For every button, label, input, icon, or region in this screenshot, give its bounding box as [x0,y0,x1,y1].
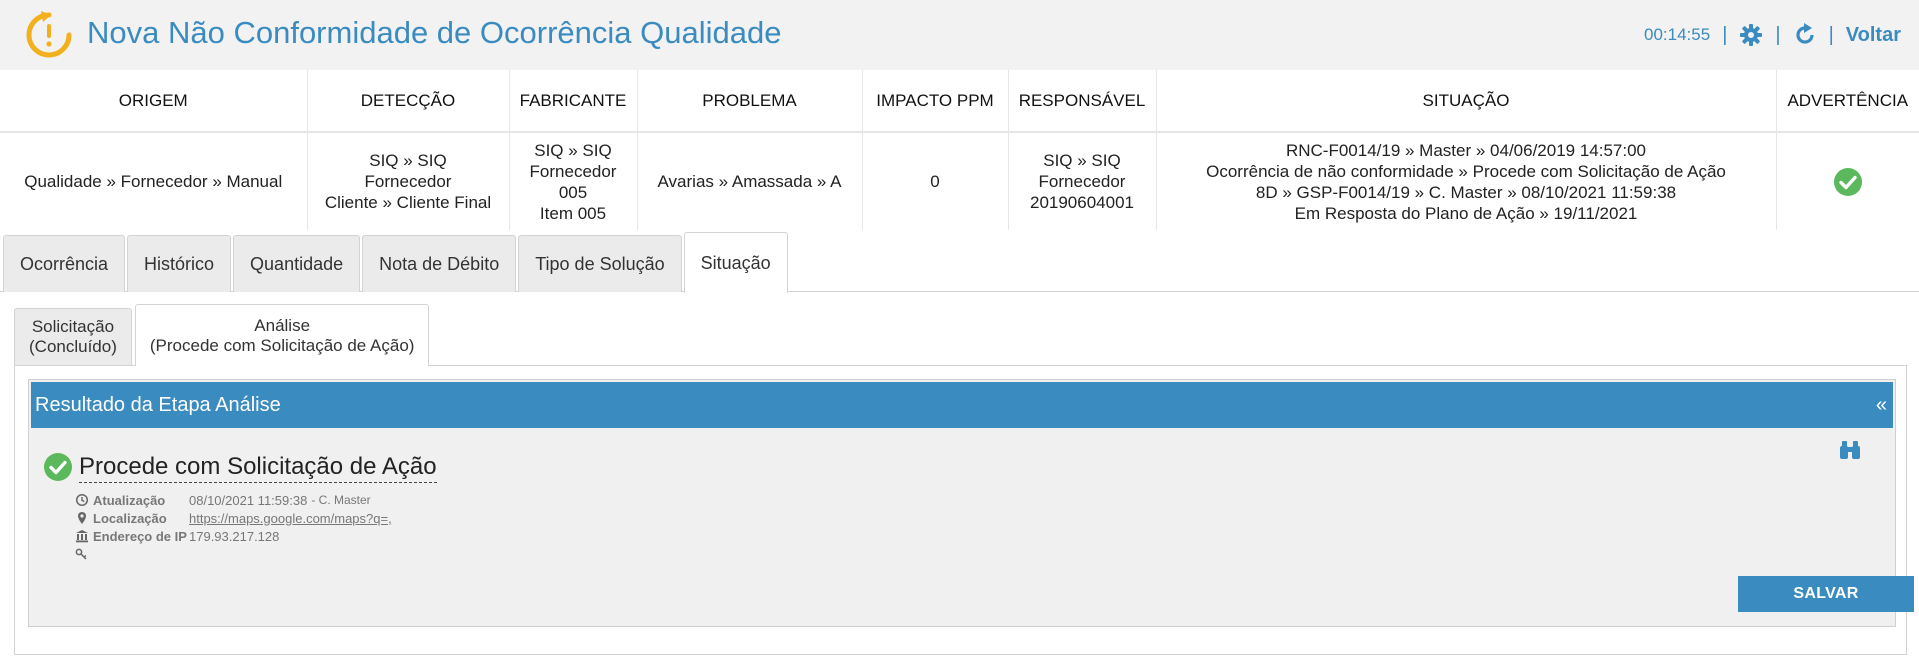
cell-line: Cliente » Cliente Final [324,193,492,212]
binoculars-icon[interactable] [1839,440,1861,460]
back-link[interactable]: Voltar [1846,24,1901,47]
column-header-problema: PROBLEMA [637,70,863,133]
tab-nota-de-debito[interactable]: Nota de Débito [362,235,517,292]
column-header-advertencia: ADVERTÊNCIA [1776,70,1919,133]
page-title: Nova Não Conformidade de Ocorrência Qual… [87,15,782,50]
column-header-deteccao: DETECÇÃO [307,70,510,133]
cell-line: Ocorrência de não conformidade » Procede… [1206,161,1726,181]
result-metadata: Atualização 08/10/2021 11:59:38 - C. Mas… [75,491,392,563]
subtab-status: (Procede com Solicitação de Ação) [149,335,415,355]
cell-line: RNC-F0014/19 » Master » 04/06/2019 14:57… [1285,140,1647,160]
column-header-origem: ORIGEM [0,70,308,133]
refresh-clock-logo-icon [26,11,72,58]
clock-icon [75,493,89,507]
cell-line: SIQ » SIQ [534,140,612,160]
main-tabs: Ocorrência Histórico Quantidade Nota de … [3,232,790,293]
subtab-title: Análise [254,315,311,335]
cell-line: 005 [558,182,588,202]
cell-line: SIQ » SIQ [369,151,447,170]
cell-line: Item 005 [539,203,607,223]
map-marker-icon [75,511,89,525]
maps-link[interactable]: https://maps.google.com/maps?q=, [189,511,392,526]
stage-tabs: Solicitação (Concluído) Análise (Procede… [14,304,432,366]
subtab-title: Solicitação [31,317,115,336]
separator: | [1828,23,1834,46]
result-value[interactable]: Procede com Solicitação de Ação [79,453,437,483]
cell-line: Fornecedor [364,172,452,191]
cell-line: Em Resposta do Plano de Ação » 19/11/202… [1294,203,1638,223]
cell-advertencia [1776,132,1919,230]
collapse-icon[interactable]: « [1876,394,1887,417]
meta-user: - C. Master [311,493,371,507]
column-header-impacto-ppm: IMPACTO PPM [862,70,1009,133]
meta-label: Endereço de IP [93,528,187,544]
column-header-responsavel: RESPONSÁVEL [1008,70,1157,133]
table-header-row: ORIGEM DETECÇÃO FABRICANTE PROBLEMA IMPA… [0,70,1919,133]
column-header-fabricante: FABRICANTE [509,70,638,133]
cell-responsavel: SIQ » SIQ Fornecedor 20190604001 [1008,132,1157,230]
card-title: Resultado da Etapa Análise [35,394,281,416]
tab-situacao[interactable]: Situação [683,232,788,293]
tab-tipo-de-solucao[interactable]: Tipo de Solução [518,235,682,292]
cell-line: Fornecedor [529,161,617,181]
cell-impacto-ppm: 0 [862,132,1009,230]
tab-ocorrencia[interactable]: Ocorrência [3,235,126,292]
bank-building-icon [75,529,89,543]
meta-label: Localização [93,510,167,526]
cell-origem: Qualidade » Fornecedor » Manual [0,132,308,230]
tab-quantidade[interactable]: Quantidade [233,235,361,292]
table-row: Qualidade » Fornecedor » Manual SIQ » SI… [0,132,1919,230]
meta-row-ip: Endereço de IP 179.93.217.128 [75,527,392,545]
gear-icon[interactable] [1739,23,1763,47]
header-actions: 00:14:55 | | | Voltar [1644,20,1901,50]
subtab-solicitacao[interactable]: Solicitação (Concluído) [14,308,132,365]
green-check-icon [44,453,72,481]
cell-line: SIQ » SIQ [1043,151,1121,170]
separator: | [1775,23,1781,46]
subtab-analise[interactable]: Análise (Procede com Solicitação de Ação… [134,304,430,366]
meta-value: 08/10/2021 11:59:38 [189,492,308,508]
occurrence-summary-table: ORIGEM DETECÇÃO FABRICANTE PROBLEMA IMPA… [0,70,1919,230]
header-bar: Nova Não Conformidade de Ocorrência Qual… [0,0,1919,70]
meta-row-localizacao: Localização https://maps.google.com/maps… [75,509,392,527]
column-header-situacao: SITUAÇÃO [1156,70,1777,133]
subtab-status: (Concluído) [29,337,117,356]
key-icon [75,547,89,561]
cell-line: Fornecedor [1038,172,1126,191]
save-button[interactable]: SALVAR [1738,576,1914,612]
cell-fabricante: SIQ » SIQ Fornecedor 005 Item 005 [509,132,638,230]
cell-line: 20190604001 [1029,193,1134,212]
cell-deteccao: SIQ » SIQ Fornecedor Cliente » Cliente F… [307,132,510,230]
cell-problema: Avarias » Amassada » A [637,132,863,230]
meta-row-key [75,545,392,563]
cell-situacao: RNC-F0014/19 » Master » 04/06/2019 14:57… [1156,132,1777,230]
refresh-icon[interactable] [1793,23,1817,47]
green-check-icon [1833,167,1862,196]
meta-row-atualizacao: Atualização 08/10/2021 11:59:38 - C. Mas… [75,491,392,509]
meta-value: 179.93.217.128 [189,528,280,544]
meta-label: Atualização [93,492,166,508]
cell-line: 8D » GSP-F0014/19 » C. Master » 08/10/20… [1255,182,1677,202]
tab-historico[interactable]: Histórico [127,235,232,292]
result-card: Resultado da Etapa Análise « Procede com… [28,379,1914,627]
session-timer: 00:14:55 [1644,25,1711,44]
separator: | [1722,23,1728,46]
card-header: Resultado da Etapa Análise « [31,382,1893,428]
